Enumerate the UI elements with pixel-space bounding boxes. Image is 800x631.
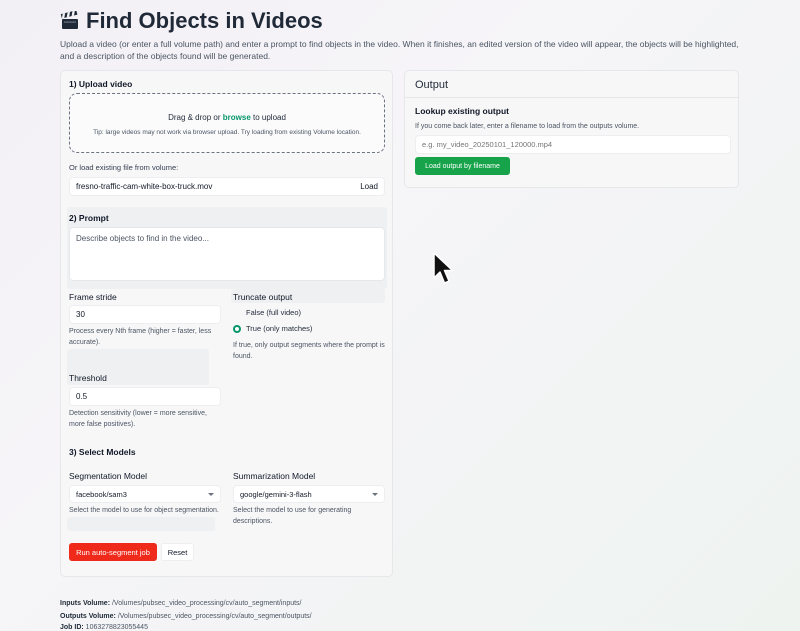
output-title: Output <box>415 79 449 91</box>
browse-link[interactable]: browse <box>223 113 251 122</box>
video-dropzone[interactable]: Drag & drop or browse to upload Tip: lar… <box>69 93 385 153</box>
volume-file-label: Or load existing file from volume: <box>69 163 179 172</box>
summarization-model-label: Summarization Model <box>233 471 316 481</box>
prompt-textarea[interactable] <box>69 227 385 281</box>
page-title: Find Objects in Videos <box>60 8 323 34</box>
output-filename-input[interactable] <box>415 135 731 154</box>
inputs-volume-value: /Volumes/pubsec_video_processing/cv/auto… <box>110 600 302 607</box>
job-id-label: Job ID: <box>60 624 84 631</box>
job-id-line: Job ID: 1063278823055445 <box>60 624 148 631</box>
segmentation-spacer <box>67 517 215 531</box>
reset-button[interactable]: Reset <box>161 543 194 561</box>
frame-stride-label: Frame stride <box>69 292 117 302</box>
dropzone-tip: Tip: large videos may not work via brows… <box>93 129 361 136</box>
job-id-value: 1063278823055445 <box>83 624 148 631</box>
truncate-output-label: Truncate output <box>233 292 293 302</box>
segmentation-model-label: Segmentation Model <box>69 471 147 481</box>
truncate-false-option[interactable]: False (full video) <box>233 308 301 317</box>
summarization-model-select[interactable]: google/gemini-3-flash <box>233 485 385 503</box>
truncate-hint: If true, only output segments where the … <box>233 342 385 360</box>
output-panel: Output Lookup existing output If you com… <box>404 70 739 188</box>
segmentation-model-hint: Select the model to use for object segme… <box>69 507 219 514</box>
chevron-down-icon <box>372 492 378 496</box>
truncate-true-label: True (only matches) <box>246 324 313 333</box>
segmentation-model-select[interactable]: facebook/sam3 <box>69 485 221 503</box>
prompt-section-label: 2) Prompt <box>69 213 109 223</box>
load-volume-button[interactable]: Load <box>360 182 378 191</box>
frame-stride-input[interactable]: 30 <box>69 305 221 324</box>
radio-checked-icon[interactable] <box>233 324 241 333</box>
radio-unchecked-icon[interactable] <box>233 309 241 317</box>
threshold-value: 0.5 <box>76 392 88 401</box>
threshold-label: Threshold <box>69 373 107 383</box>
threshold-input[interactable]: 0.5 <box>69 387 221 406</box>
mouse-pointer-icon <box>433 252 454 284</box>
inputs-volume-line: Inputs Volume: /Volumes/pubsec_video_pro… <box>60 600 302 607</box>
output-divider <box>405 97 738 98</box>
outputs-volume-line: Outputs Volume: /Volumes/pubsec_video_pr… <box>60 613 312 620</box>
dropzone-text-before: Drag & drop or <box>168 113 223 122</box>
segmentation-model-value: facebook/sam3 <box>76 489 127 499</box>
summarization-model-hint: Select the model to use for generating d… <box>233 507 352 525</box>
dropzone-text-after: to upload <box>250 113 286 122</box>
upload-section-label: 1) Upload video <box>69 79 133 89</box>
lookup-output-hint: If you come back later, enter a filename… <box>415 123 640 130</box>
summarization-model-value: google/gemini-3-flash <box>240 489 312 499</box>
truncate-false-label: False (full video) <box>246 308 302 317</box>
input-panel: 1) Upload video Drag & drop or browse to… <box>60 70 393 577</box>
frame-stride-value: 30 <box>76 310 85 319</box>
outputs-volume-value: /Volumes/pubsec_video_processing/cv/auto… <box>115 613 312 620</box>
clapperboard-icon <box>60 11 78 29</box>
load-output-button[interactable]: Load output by filename <box>415 157 510 175</box>
dropzone-text: Drag & drop or browse to upload <box>70 113 384 122</box>
page-title-text: Find Objects in Videos <box>86 8 323 33</box>
threshold-hint: Detection sensitivity (lower = more sens… <box>69 410 207 428</box>
chevron-down-icon <box>208 492 214 496</box>
frame-stride-hint: Process every Nth frame (higher = faster… <box>69 328 212 346</box>
page-subtitle: Upload a video (or enter a full volume p… <box>60 39 739 61</box>
inputs-volume-label: Inputs Volume: <box>60 600 111 607</box>
outputs-volume-label: Outputs Volume: <box>60 613 116 620</box>
volume-file-input[interactable]: fresno-traffic-cam-white-box-truck.mov <box>69 177 385 196</box>
lookup-output-label: Lookup existing output <box>415 106 509 116</box>
models-section-label: 3) Select Models <box>69 447 136 457</box>
volume-file-value: fresno-traffic-cam-white-box-truck.mov <box>76 182 213 191</box>
truncate-true-option[interactable]: True (only matches) <box>233 324 312 333</box>
run-auto-segment-button[interactable]: Run auto-segment job <box>69 543 157 561</box>
